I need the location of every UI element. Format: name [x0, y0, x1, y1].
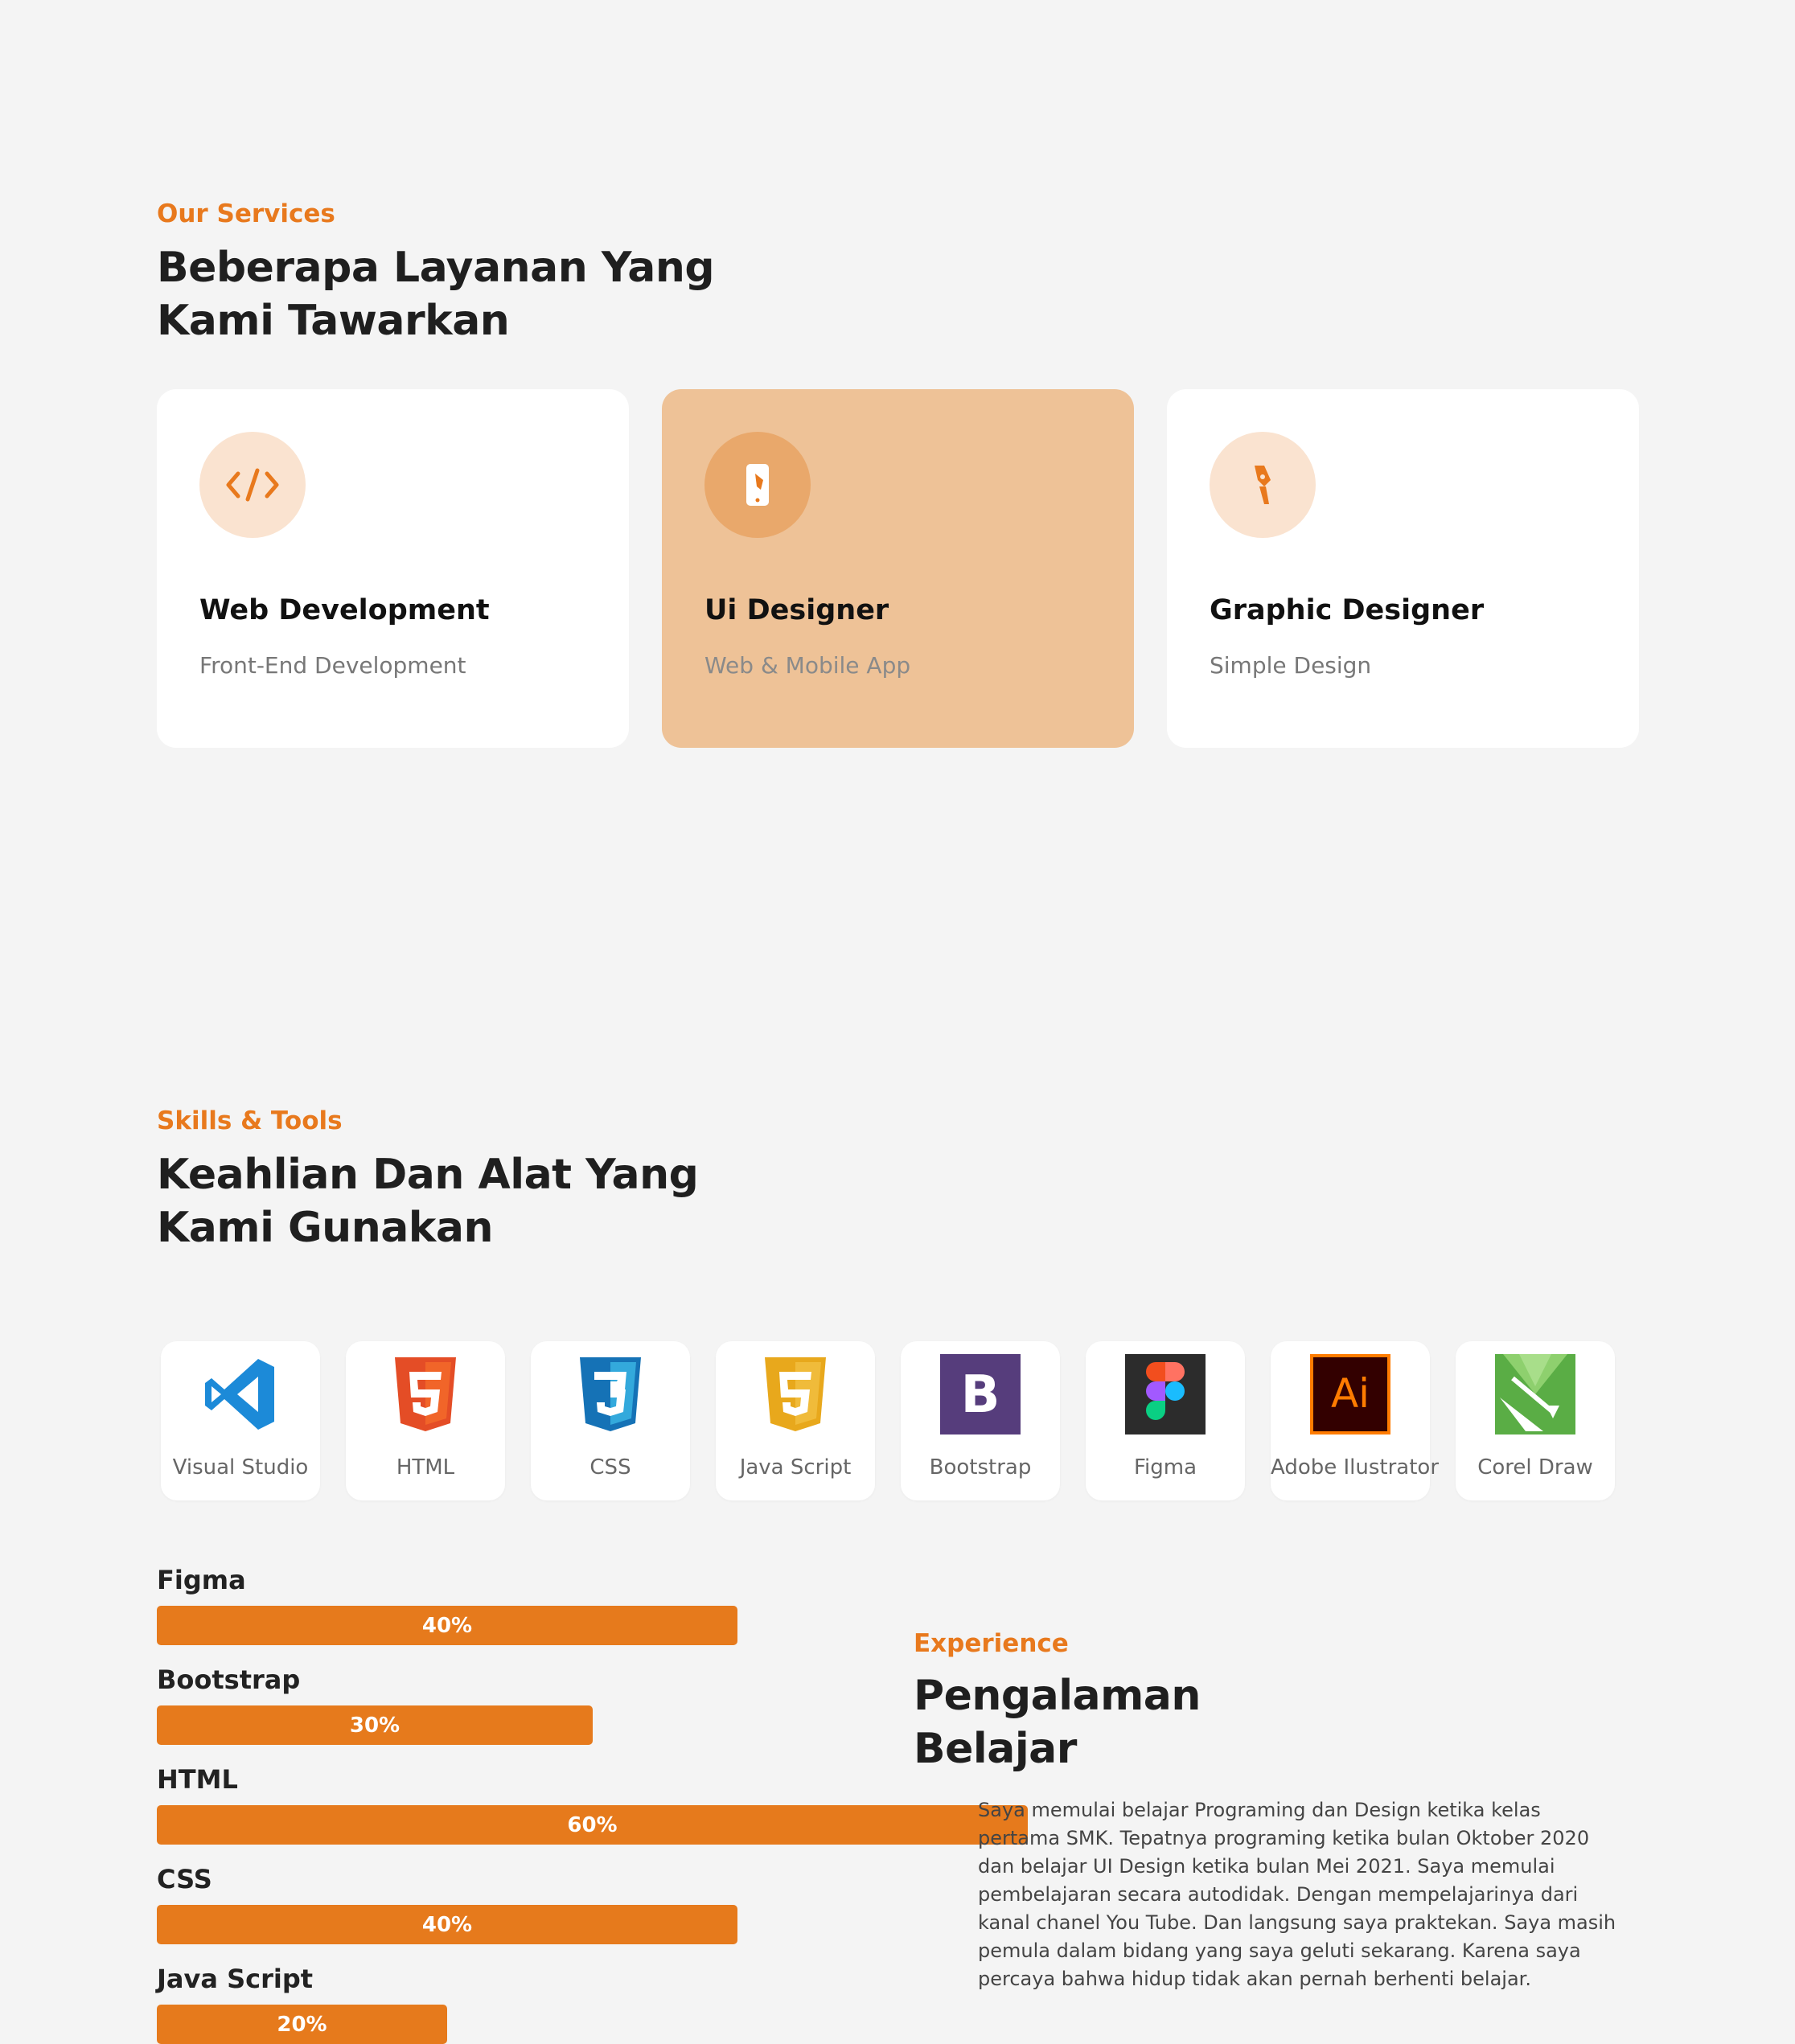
- tool-card-visual-studio: Visual Studio: [161, 1341, 320, 1500]
- pen-tool-icon: [1210, 432, 1316, 538]
- service-card-graphic-designer[interactable]: Graphic Designer Simple Design: [1167, 389, 1639, 748]
- tool-label: Java Script: [739, 1455, 852, 1480]
- tool-card-javascript: Java Script: [716, 1341, 875, 1500]
- experience-text: Saya memulai belajar Programing dan Desi…: [978, 1799, 1616, 1990]
- bootstrap-icon: B: [940, 1354, 1021, 1434]
- service-card-ui-designer[interactable]: Ui Designer Web & Mobile App: [662, 389, 1134, 748]
- progress-label-css: CSS: [157, 1864, 212, 1894]
- tool-label: Visual Studio: [172, 1455, 309, 1480]
- tool-card-css: CSS: [531, 1341, 690, 1500]
- progress-label-html: HTML: [157, 1764, 238, 1795]
- tool-label: CSS: [589, 1455, 631, 1480]
- progress-bar-bootstrap: 30%: [157, 1705, 593, 1745]
- service-card-web-development[interactable]: Web Development Front-End Development: [157, 389, 629, 748]
- svg-text:Ai: Ai: [1331, 1370, 1370, 1417]
- progress-label-javascript: Java Script: [157, 1964, 314, 1994]
- services-eyebrow: Our Services: [157, 199, 335, 228]
- experience-heading: Pengalaman Belajar: [914, 1672, 1201, 1773]
- svg-text:B: B: [961, 1365, 1000, 1425]
- tool-card-html: HTML: [346, 1341, 505, 1500]
- service-subtitle: Simple Design: [1210, 652, 1372, 679]
- skills-heading: Keahlian Dan Alat Yang Kami Gunakan: [157, 1151, 699, 1252]
- code-icon: [199, 432, 306, 538]
- service-title: Ui Designer: [704, 594, 889, 626]
- progress-bar-html: 60%: [157, 1805, 1028, 1845]
- experience-eyebrow: Experience: [914, 1629, 1069, 1658]
- service-title: Graphic Designer: [1210, 594, 1485, 626]
- tool-label: Bootstrap: [929, 1455, 1032, 1480]
- tool-label: Figma: [1133, 1455, 1197, 1480]
- tool-card-corel-draw: Corel Draw: [1456, 1341, 1615, 1500]
- tool-label: Corel Draw: [1477, 1455, 1593, 1480]
- tool-label: HTML: [396, 1455, 455, 1480]
- service-subtitle: Web & Mobile App: [704, 652, 911, 679]
- service-subtitle: Front-End Development: [199, 652, 466, 679]
- illustrator-icon: Ai: [1310, 1354, 1390, 1434]
- progress-label-bootstrap: Bootstrap: [157, 1664, 301, 1695]
- tool-label: Adobe Ilustrator: [1271, 1455, 1440, 1480]
- progress-bar-css: 40%: [157, 1905, 737, 1944]
- vscode-icon: [205, 1359, 274, 1430]
- progress-bar-javascript: 20%: [157, 2005, 447, 2044]
- tool-card-bootstrap: B Bootstrap: [901, 1341, 1060, 1500]
- skills-eyebrow: Skills & Tools: [157, 1106, 343, 1135]
- css3-icon: [580, 1357, 641, 1431]
- progress-bar-figma: 40%: [157, 1606, 737, 1645]
- mobile-design-icon: [704, 432, 811, 538]
- progress-label-figma: Figma: [157, 1565, 246, 1595]
- tool-card-figma: Figma: [1086, 1341, 1245, 1500]
- html5-icon: [395, 1357, 456, 1431]
- service-title: Web Development: [199, 594, 490, 626]
- javascript-icon: [765, 1357, 826, 1431]
- services-heading: Beberapa Layanan Yang Kami Tawarkan: [157, 244, 715, 345]
- figma-icon: [1125, 1354, 1206, 1434]
- tool-card-adobe-illustrator: Ai Adobe Ilustrator: [1271, 1341, 1440, 1500]
- coreldraw-icon: [1495, 1354, 1575, 1434]
